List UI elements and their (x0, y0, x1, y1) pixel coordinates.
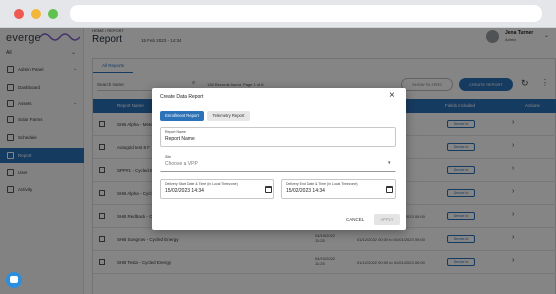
field-label: Delivery Start Date & Time (in Local Tim… (165, 182, 238, 186)
tab-telemetry-report[interactable]: Telemetry Report (207, 111, 250, 121)
chat-support-icon[interactable] (6, 272, 22, 288)
minimize-window-button[interactable] (31, 9, 41, 19)
cancel-button[interactable]: CANCEL (346, 217, 364, 222)
field-label: Delivery End Date & Time (in Local Timez… (286, 182, 358, 186)
report-name-field[interactable]: Report Name Report Name (160, 127, 396, 147)
tab-enrollment-report[interactable]: Enrollment Report (160, 111, 204, 121)
dialog-title: Create Data Report (160, 94, 204, 100)
browser-chrome (0, 0, 556, 28)
field-value: Report Name (165, 136, 195, 142)
close-window-button[interactable] (14, 9, 24, 19)
field-label: Report Name (165, 130, 186, 134)
site-select[interactable]: Site Choose a VPP ▾ (160, 152, 396, 172)
calendar-icon[interactable] (265, 186, 272, 193)
create-report-dialog: Create Data Report × Enrollment Report T… (152, 88, 406, 230)
field-value: 15/02/2023 14:34 (165, 188, 204, 194)
end-datetime-field[interactable]: Delivery End Date & Time (in Local Timez… (281, 179, 396, 199)
field-label: Site (165, 155, 172, 159)
field-value: 15/02/2023 14:34 (286, 188, 325, 194)
calendar-icon[interactable] (386, 186, 393, 193)
field-placeholder: Choose a VPP (165, 161, 198, 167)
address-bar[interactable] (70, 5, 542, 22)
apply-button[interactable]: APPLY (374, 214, 400, 225)
close-icon[interactable]: × (389, 90, 395, 102)
caret-down-icon[interactable]: ▾ (388, 160, 391, 166)
maximize-window-button[interactable] (48, 9, 58, 19)
start-datetime-field[interactable]: Delivery Start Date & Time (in Local Tim… (160, 179, 274, 199)
